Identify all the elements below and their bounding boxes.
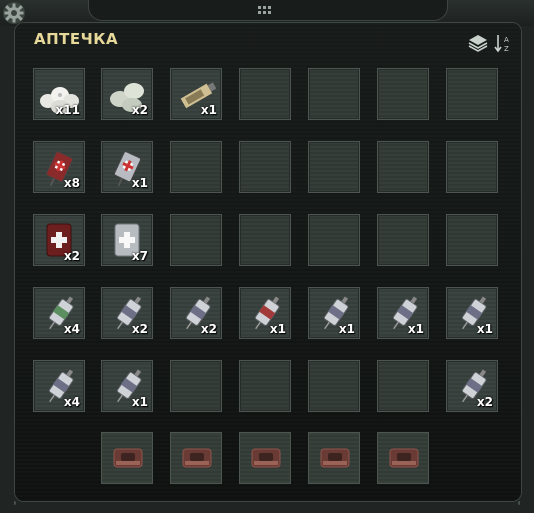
inventory-slot-empty[interactable]: [446, 141, 498, 193]
inventory-slot-item[interactable]: x2: [101, 68, 153, 120]
inventory-slot-empty[interactable]: [377, 141, 429, 193]
inventory-slot-empty[interactable]: [377, 68, 429, 120]
quick-slot[interactable]: [377, 432, 429, 484]
quick-slot-icon: [320, 448, 350, 468]
inventory-slot-item[interactable]: x1: [101, 141, 153, 193]
item-quantity: x8: [63, 176, 80, 190]
quick-slot-icon: [113, 448, 143, 468]
layers-icon[interactable]: [468, 34, 488, 56]
inventory-slot-empty[interactable]: [446, 68, 498, 120]
inventory-slot-item[interactable]: x1: [239, 287, 291, 339]
quick-slot[interactable]: [170, 432, 222, 484]
svg-text:Z: Z: [504, 45, 509, 53]
quick-slot[interactable]: [101, 432, 153, 484]
svg-text:A: A: [504, 36, 509, 44]
quick-slot-icon: [389, 448, 419, 468]
quick-slot[interactable]: [239, 432, 291, 484]
inventory-slot-empty[interactable]: [239, 360, 291, 412]
inventory-slot-item[interactable]: x1: [308, 287, 360, 339]
inventory-slot-item[interactable]: x1: [170, 68, 222, 120]
inventory-slot-item[interactable]: x4: [33, 360, 85, 412]
inventory-slot-item[interactable]: x2: [446, 360, 498, 412]
item-quantity: x1: [407, 322, 424, 336]
inventory-slot-empty[interactable]: [308, 360, 360, 412]
inventory-slot-empty[interactable]: [308, 214, 360, 266]
inventory-slot-item[interactable]: x2: [33, 214, 85, 266]
panel-footer: [14, 501, 520, 505]
quick-slot-icon: [182, 448, 212, 468]
inventory-slot-item[interactable]: x8: [33, 141, 85, 193]
inventory-slot-item[interactable]: x1: [101, 360, 153, 412]
item-quantity: x1: [131, 176, 148, 190]
sort-az-icon[interactable]: A Z: [494, 34, 512, 58]
item-quantity: x11: [55, 103, 80, 117]
panel-title: АПТЕЧКА: [34, 30, 119, 48]
item-quantity: x4: [63, 395, 80, 409]
item-quantity: x4: [63, 322, 80, 336]
item-quantity: x1: [338, 322, 355, 336]
inventory-slot-empty[interactable]: [308, 141, 360, 193]
inventory-slot-empty[interactable]: [170, 141, 222, 193]
item-quantity: x2: [63, 249, 80, 263]
drag-handle-icon[interactable]: [258, 6, 272, 16]
inventory-slot-item[interactable]: x11: [33, 68, 85, 120]
inventory-slot-empty[interactable]: [377, 214, 429, 266]
item-quantity: x2: [476, 395, 493, 409]
gear-icon[interactable]: [3, 2, 25, 24]
item-quantity: x2: [131, 322, 148, 336]
inventory-slot-item[interactable]: x2: [170, 287, 222, 339]
item-quantity: x1: [269, 322, 286, 336]
inventory-slot-empty[interactable]: [170, 214, 222, 266]
inventory-slot-empty[interactable]: [446, 214, 498, 266]
item-quantity: x2: [131, 103, 148, 117]
inventory-slot-item[interactable]: x1: [446, 287, 498, 339]
inventory-slot-item[interactable]: x1: [377, 287, 429, 339]
item-quantity: x2: [200, 322, 217, 336]
inventory-slot-item[interactable]: x4: [33, 287, 85, 339]
inventory-slot-empty[interactable]: [170, 360, 222, 412]
inventory-slot-empty[interactable]: [239, 214, 291, 266]
quick-slot-icon: [251, 448, 281, 468]
item-quantity: x1: [131, 395, 148, 409]
quick-slot[interactable]: [308, 432, 360, 484]
inventory-slot-item[interactable]: x2: [101, 287, 153, 339]
item-quantity: x1: [200, 103, 217, 117]
inventory-slot-empty[interactable]: [377, 360, 429, 412]
item-quantity: x7: [131, 249, 148, 263]
inventory-slot-empty[interactable]: [308, 68, 360, 120]
inventory-slot-empty[interactable]: [239, 68, 291, 120]
inventory-slot-item[interactable]: x7: [101, 214, 153, 266]
item-quantity: x1: [476, 322, 493, 336]
inventory-slot-empty[interactable]: [239, 141, 291, 193]
